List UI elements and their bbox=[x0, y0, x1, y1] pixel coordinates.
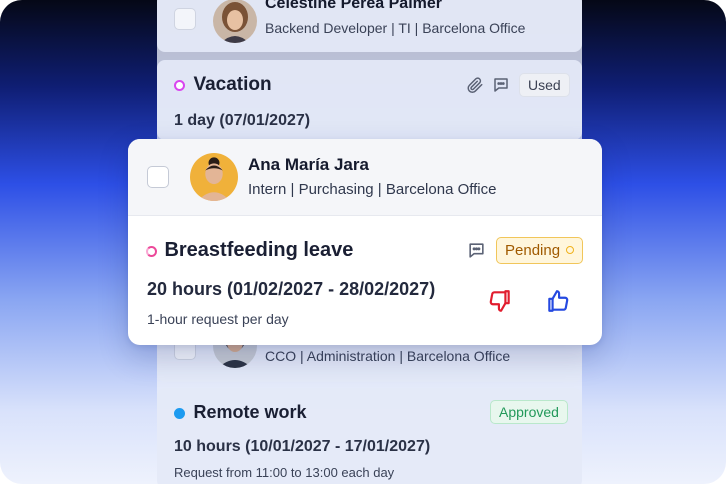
thumbs-up-icon bbox=[545, 288, 571, 314]
request-card-remote-work[interactable]: Remote work Approved 10 hours (10/01/202… bbox=[157, 388, 582, 484]
type-indicator-dot bbox=[174, 80, 185, 92]
status-badge: Used bbox=[519, 73, 570, 97]
avatar bbox=[213, 0, 257, 43]
request-card-breastfeeding[interactable]: Ana María Jara Intern | Purchasing | Bar… bbox=[128, 139, 602, 345]
paperclip-icon[interactable] bbox=[466, 76, 484, 94]
person-meta: Intern | Purchasing | Barcelona Office bbox=[248, 181, 497, 198]
request-type-title: Vacation bbox=[193, 74, 272, 95]
request-card-vacation[interactable]: Vacation Used 1 day (07/01/2027) bbox=[157, 60, 582, 140]
person-meta: Backend Developer | TI | Barcelona Offic… bbox=[265, 20, 526, 36]
request-detail: 20 hours (01/02/2027 - 28/02/2027) bbox=[147, 279, 436, 299]
avatar-image bbox=[190, 153, 238, 201]
avatar-image bbox=[213, 0, 257, 43]
person-meta: CCO | Administration | Barcelona Office bbox=[265, 348, 511, 364]
app-stage: Célestine Perea Palmer Backend Developer… bbox=[0, 0, 726, 484]
request-detail: 10 hours (10/01/2027 - 17/01/2027) bbox=[174, 438, 431, 455]
approve-button[interactable] bbox=[545, 288, 571, 314]
row-select-checkbox[interactable] bbox=[147, 166, 169, 188]
row-select-checkbox[interactable] bbox=[174, 8, 196, 30]
reject-button[interactable] bbox=[487, 288, 513, 314]
type-indicator-dot bbox=[174, 408, 185, 420]
request-note: Request from 11:00 to 13:00 each day bbox=[174, 465, 395, 480]
thumbs-down-icon bbox=[487, 288, 513, 314]
status-badge: Approved bbox=[490, 400, 568, 424]
person-name: Célestine Perea Palmer bbox=[265, 0, 442, 12]
person-row-celestine: Célestine Perea Palmer Backend Developer… bbox=[157, 0, 582, 52]
person-name: Ana María Jara bbox=[248, 155, 369, 174]
avatar bbox=[190, 153, 238, 201]
comment-icon[interactable] bbox=[492, 76, 510, 94]
request-type-title: Breastfeeding leave bbox=[164, 239, 354, 261]
request-detail: 1 day (07/01/2027) bbox=[174, 112, 311, 129]
status-badge-label: Pending bbox=[505, 242, 561, 259]
type-indicator-dot bbox=[146, 246, 157, 258]
pending-dot-icon bbox=[566, 246, 575, 254]
request-type-title: Remote work bbox=[193, 402, 307, 422]
request-note: 1-hour request per day bbox=[147, 311, 289, 327]
person-row-ana: Ana María Jara Intern | Purchasing | Bar… bbox=[128, 139, 602, 216]
status-badge: Pending bbox=[496, 237, 584, 264]
comment-icon[interactable] bbox=[467, 241, 486, 260]
